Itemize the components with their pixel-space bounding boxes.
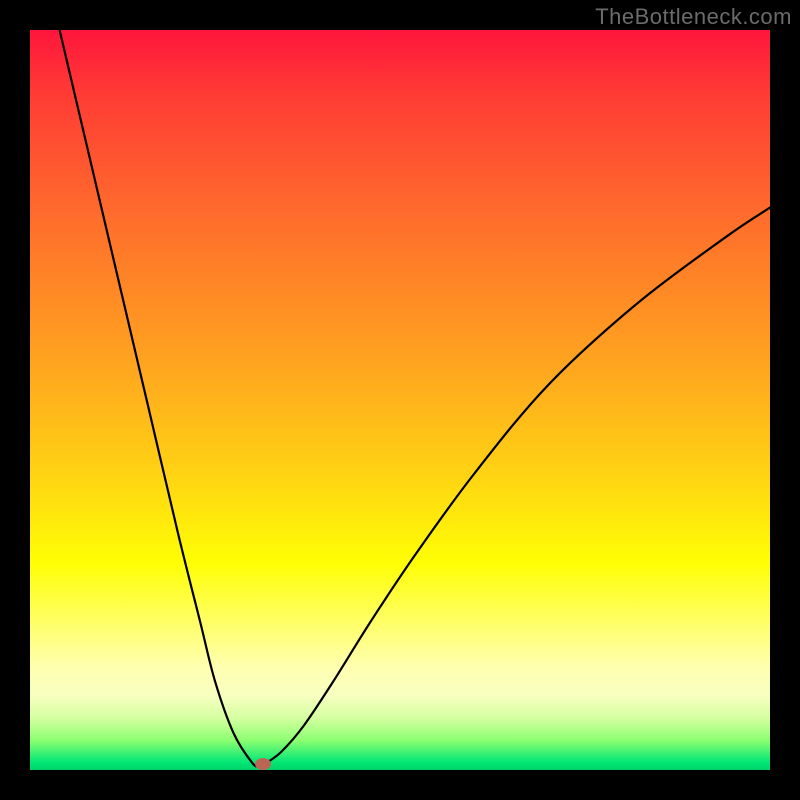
plot-area [30, 30, 770, 770]
optimal-marker [255, 758, 271, 770]
bottleneck-curve [30, 30, 770, 770]
attribution-text: TheBottleneck.com [595, 4, 792, 30]
